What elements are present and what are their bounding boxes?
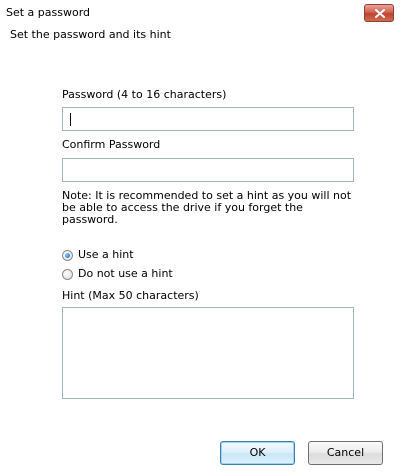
hint-textarea[interactable] <box>62 307 354 399</box>
cancel-button[interactable]: Cancel <box>308 441 383 465</box>
set-password-dialog: Set a password Set the password and its … <box>0 0 401 476</box>
no-hint-radio[interactable] <box>62 269 73 280</box>
use-hint-radio[interactable] <box>62 250 73 261</box>
confirm-password-label: Confirm Password <box>62 138 161 151</box>
no-hint-label: Do not use a hint <box>78 267 173 280</box>
dialog-heading: Set the password and its hint <box>10 28 171 41</box>
ok-button[interactable]: OK <box>220 441 295 465</box>
hint-note: Note: It is recommended to set a hint as… <box>62 189 352 226</box>
close-button[interactable] <box>364 4 394 22</box>
password-input[interactable] <box>62 107 354 131</box>
close-icon <box>375 9 385 18</box>
confirm-password-input[interactable] <box>62 158 354 182</box>
title-bar: Set a password <box>0 0 401 26</box>
dialog-title: Set a password <box>6 6 91 19</box>
text-caret <box>70 113 71 126</box>
password-label: Password (4 to 16 characters) <box>62 88 227 101</box>
hint-label: Hint (Max 50 characters) <box>62 289 199 302</box>
use-hint-label: Use a hint <box>78 248 134 261</box>
